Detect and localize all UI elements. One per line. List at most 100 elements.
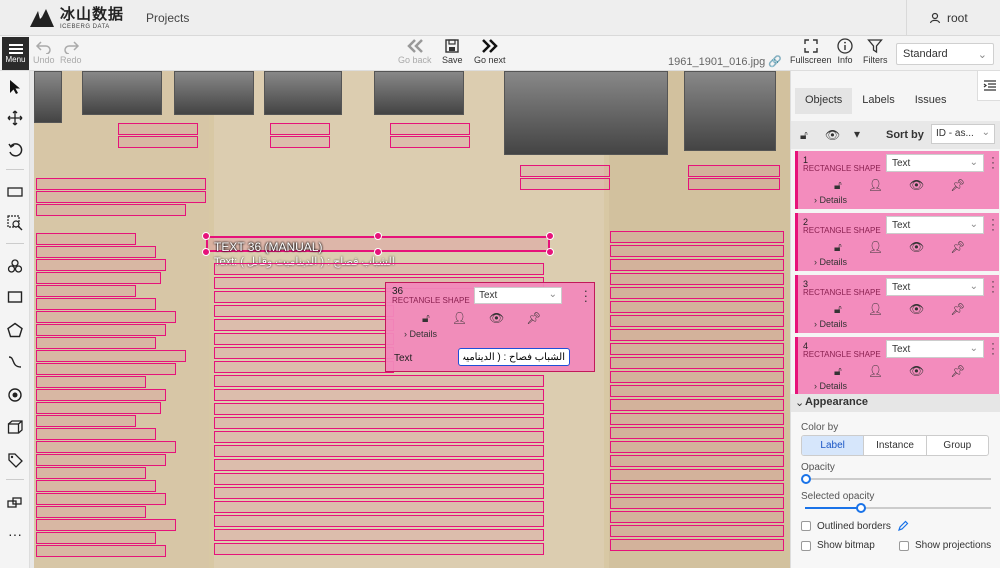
outlined-borders-checkbox[interactable]: Outlined borders: [801, 520, 909, 532]
bbox[interactable]: [214, 431, 544, 443]
bbox[interactable]: [214, 543, 544, 555]
bbox[interactable]: [270, 123, 330, 135]
bbox[interactable]: [214, 473, 544, 485]
bbox[interactable]: [610, 427, 784, 439]
bbox[interactable]: [610, 273, 784, 285]
bbox[interactable]: [214, 501, 544, 513]
bbox[interactable]: [214, 347, 394, 359]
bbox[interactable]: [214, 319, 394, 331]
tab-objects[interactable]: Objects: [795, 88, 853, 114]
pin-icon[interactable]: 📌︎: [950, 240, 965, 255]
object-more-icon[interactable]: · · ·: [991, 275, 995, 297]
person-icon[interactable]: 👤︎: [452, 311, 467, 326]
object-label-select[interactable]: Text ⌄: [886, 278, 984, 296]
bbox[interactable]: [36, 415, 136, 427]
sort-select[interactable]: ID - as... ⌄: [931, 124, 995, 144]
checkbox-box[interactable]: [801, 540, 811, 551]
filters-button[interactable]: Filters: [863, 38, 888, 65]
bbox[interactable]: [610, 245, 784, 257]
bbox[interactable]: [610, 497, 784, 509]
lock-icon[interactable]: 🔓︎: [422, 311, 430, 326]
bbox[interactable]: [610, 371, 784, 383]
bbox[interactable]: [36, 441, 176, 453]
bbox[interactable]: [36, 545, 166, 557]
bbox[interactable]: [688, 165, 780, 177]
lock-icon[interactable]: 🔓︎: [834, 364, 842, 379]
fit-tool[interactable]: [7, 184, 23, 200]
bbox[interactable]: [520, 178, 610, 190]
bbox[interactable]: [36, 246, 156, 258]
bbox[interactable]: [610, 385, 784, 397]
bbox[interactable]: [36, 493, 166, 505]
info-button[interactable]: Info: [837, 38, 853, 65]
cuboid-tool[interactable]: [7, 419, 23, 435]
object-card[interactable]: 1 RECTANGLE SHAPE Text ⌄ · · · 🔓︎ 👤︎ 👁︎ 📌︎ › D…: [795, 151, 999, 209]
bbox[interactable]: [390, 136, 470, 148]
annotation-canvas[interactable]: TEXT 36 (MANUAL) Text: الشباب فصاح : ( ا…: [30, 71, 790, 568]
bbox[interactable]: [118, 136, 198, 148]
bbox[interactable]: [214, 515, 544, 527]
tab-labels[interactable]: Labels: [852, 88, 904, 114]
bbox[interactable]: [36, 376, 146, 388]
bbox[interactable]: [36, 298, 156, 310]
bbox[interactable]: [36, 402, 161, 414]
person-icon[interactable]: 👤︎: [868, 240, 883, 255]
color-by-instance-option[interactable]: Instance: [864, 436, 927, 455]
popup-label-select[interactable]: Text ⌄: [474, 287, 562, 304]
more-tools[interactable]: ···: [7, 526, 23, 542]
bbox[interactable]: [610, 399, 784, 411]
bbox[interactable]: [214, 459, 544, 471]
bbox[interactable]: [214, 487, 544, 499]
polygon-tool[interactable]: [7, 322, 23, 338]
object-details-toggle[interactable]: › Details: [814, 257, 847, 267]
bbox[interactable]: [214, 529, 544, 541]
bbox[interactable]: [214, 263, 544, 275]
object-label-select[interactable]: Text ⌄: [886, 154, 984, 172]
pencil-icon[interactable]: [897, 520, 909, 532]
bbox[interactable]: [36, 454, 166, 466]
points-tool[interactable]: [7, 387, 23, 403]
cursor-tool[interactable]: [7, 79, 23, 95]
pin-icon[interactable]: 📌︎: [950, 178, 965, 193]
bbox[interactable]: [36, 467, 146, 479]
checkbox-box[interactable]: [801, 521, 811, 531]
bbox[interactable]: [36, 519, 176, 531]
logo[interactable]: 冰山数据 ICEBERG DATA: [28, 3, 124, 33]
user-menu[interactable]: root: [906, 0, 1000, 36]
save-button[interactable]: Save: [442, 38, 463, 65]
bbox[interactable]: [610, 231, 784, 243]
bbox[interactable]: [610, 315, 784, 327]
link-icon[interactable]: 🔗: [768, 56, 782, 68]
fullscreen-button[interactable]: Fullscreen: [790, 38, 832, 65]
redo-button[interactable]: Redo: [60, 38, 82, 65]
bbox[interactable]: [214, 333, 394, 345]
object-more-icon[interactable]: · · ·: [991, 337, 995, 359]
object-card[interactable]: 2 RECTANGLE SHAPE Text ⌄ · · · 🔓︎ 👤︎ 👁︎ 📌︎ › D…: [795, 213, 999, 271]
person-icon[interactable]: 👤︎: [868, 302, 883, 317]
collapse-panel-button[interactable]: [977, 71, 1000, 101]
color-by-group-option[interactable]: Group: [927, 436, 988, 455]
pin-icon[interactable]: 📌︎: [950, 302, 965, 317]
bbox[interactable]: [610, 259, 784, 271]
bbox[interactable]: [36, 532, 156, 544]
lock-icon[interactable]: 🔓︎: [834, 178, 842, 193]
polyline-tool[interactable]: [7, 354, 23, 370]
bbox[interactable]: [36, 324, 166, 336]
bbox[interactable]: [36, 204, 186, 216]
object-more-icon[interactable]: · · ·: [991, 151, 995, 173]
bbox[interactable]: [214, 417, 544, 429]
resize-handle[interactable]: [202, 232, 210, 240]
bbox[interactable]: [610, 287, 784, 299]
selected-opacity-slider[interactable]: [805, 503, 991, 513]
show-projections-checkbox[interactable]: Show projections: [899, 540, 991, 551]
resize-handle[interactable]: [374, 232, 382, 240]
appearance-header[interactable]: ⌄ Appearance: [791, 394, 1000, 412]
bbox[interactable]: [214, 445, 544, 457]
lock-icon[interactable]: 🔓︎: [834, 240, 842, 255]
bbox[interactable]: [214, 361, 394, 373]
bbox[interactable]: [36, 233, 136, 245]
move-tool[interactable]: [7, 110, 23, 126]
bbox[interactable]: [610, 539, 784, 551]
show-bitmap-checkbox[interactable]: Show bitmap: [801, 540, 875, 551]
bbox[interactable]: [214, 291, 394, 303]
